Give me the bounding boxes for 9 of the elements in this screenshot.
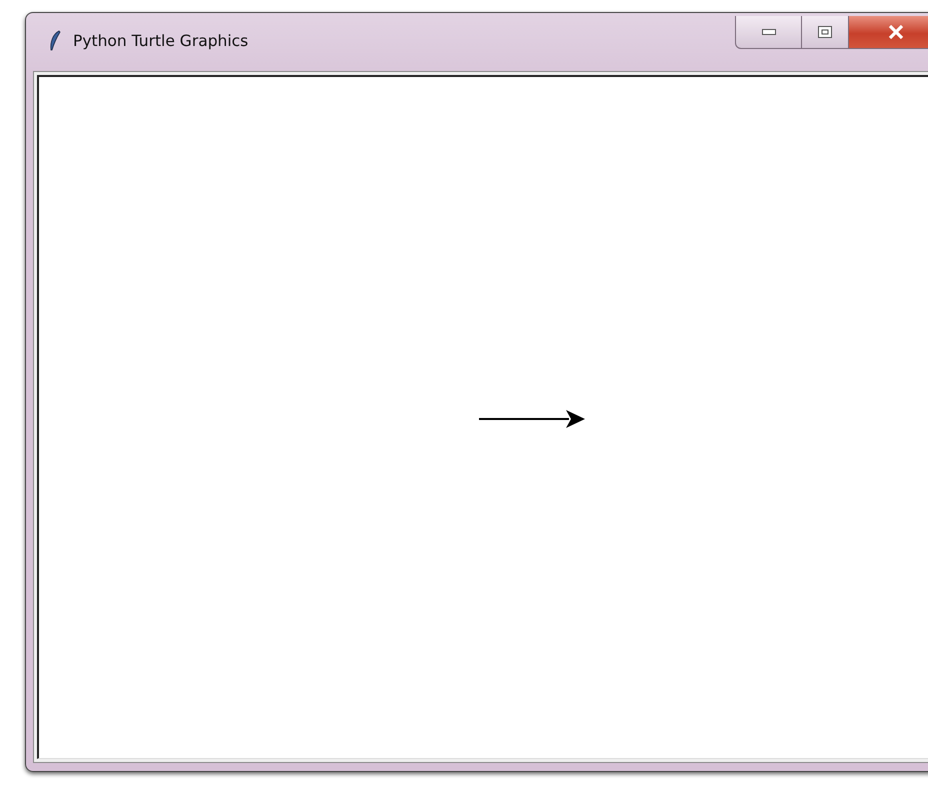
close-button[interactable]	[849, 16, 928, 49]
maximize-button[interactable]	[802, 16, 849, 49]
close-icon	[887, 25, 905, 39]
minimize-icon	[762, 29, 776, 35]
maximize-icon	[818, 26, 832, 38]
turtle-arrow-icon	[566, 410, 585, 428]
minimize-button[interactable]	[735, 16, 802, 49]
feather-icon	[49, 30, 61, 52]
window-title: Python Turtle Graphics	[73, 32, 248, 50]
